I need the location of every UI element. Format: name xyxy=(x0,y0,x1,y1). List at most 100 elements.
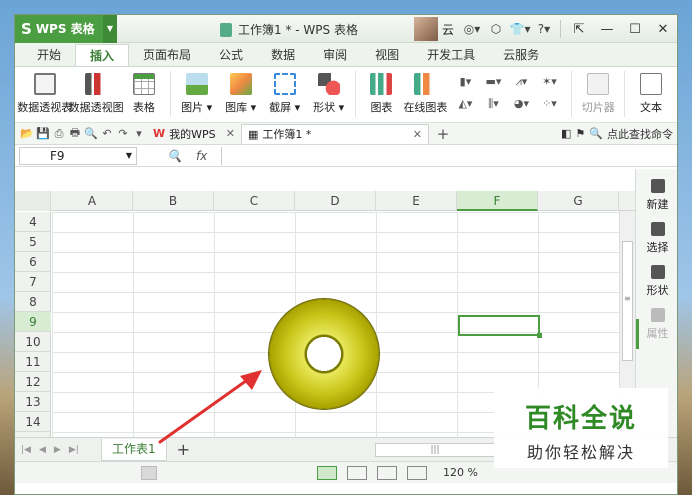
last-sheet-icon[interactable]: ▶| xyxy=(69,445,79,455)
customize-dropdown-icon[interactable]: ▾ xyxy=(131,127,147,140)
flag-icon[interactable]: ⚑ xyxy=(575,127,585,140)
tab-mywps[interactable]: W 我的WPS ✕ xyxy=(147,124,241,144)
next-sheet-icon[interactable]: ▶ xyxy=(54,445,61,455)
select-all-corner[interactable] xyxy=(15,191,51,211)
row-header[interactable]: 10 xyxy=(15,332,51,352)
macro-record-icon[interactable] xyxy=(141,465,157,480)
close-icon[interactable]: ✕ xyxy=(649,22,677,37)
line-chart-icon[interactable]: ⩘▾ xyxy=(507,71,535,93)
gallery-button[interactable]: 图库 ▾ xyxy=(223,71,259,115)
fx-icon[interactable]: fx xyxy=(196,149,207,163)
row-header[interactable]: 8 xyxy=(15,292,51,312)
doc-status-icon[interactable]: ◧ xyxy=(561,127,571,140)
online-chart-button[interactable]: 在线图表 xyxy=(403,71,447,115)
tab-data[interactable]: 数据 xyxy=(257,44,309,66)
tab-insert[interactable]: 插入 xyxy=(75,44,130,66)
row-header[interactable]: 6 xyxy=(15,252,51,272)
column-header[interactable]: E xyxy=(376,191,457,211)
close-icon[interactable]: ✕ xyxy=(226,127,235,140)
donut-shape[interactable] xyxy=(269,299,379,409)
column-header[interactable]: A xyxy=(52,191,133,211)
gallery-icon xyxy=(229,73,252,95)
column-header[interactable]: D xyxy=(295,191,376,211)
horizontal-scrollbar[interactable]: ||| xyxy=(375,443,495,457)
pivot-chart-button[interactable]: 数据透视图 xyxy=(69,71,124,115)
app-menu-button[interactable]: S WPS 表格 ▼ xyxy=(15,15,117,43)
panel-collapse-handle[interactable] xyxy=(636,319,639,349)
text-button[interactable]: 文本 xyxy=(633,71,669,115)
stock-chart-icon[interactable]: ⫼▾ xyxy=(479,93,507,115)
avatar[interactable] xyxy=(413,17,438,41)
scatter-chart-icon[interactable]: ⁘▾ xyxy=(535,93,563,115)
close-icon[interactable]: ✕ xyxy=(413,128,422,141)
export-pdf-icon[interactable]: ⎙ xyxy=(51,127,67,141)
prev-sheet-icon[interactable]: ◀ xyxy=(39,445,46,455)
maximize-icon[interactable]: ☐ xyxy=(621,22,649,37)
command-search[interactable]: ◧ ⚑ 🔍 点此查找命令 xyxy=(561,126,673,142)
normal-view-icon[interactable] xyxy=(317,465,337,480)
hexagon-icon[interactable]: ⬡ xyxy=(484,22,508,36)
row-header[interactable]: 13 xyxy=(15,392,51,412)
panel-shape-button[interactable]: 形状 xyxy=(636,265,677,298)
panel-new-button[interactable]: 新建 xyxy=(636,179,677,212)
tab-workbook1[interactable]: ▦ 工作簿1 * ✕ xyxy=(241,123,429,144)
tab-view[interactable]: 视图 xyxy=(361,44,413,66)
slicer-button[interactable]: 切片器 xyxy=(580,71,616,115)
first-sheet-icon[interactable]: |◀ xyxy=(21,445,31,455)
open-folder-icon[interactable]: 📂 xyxy=(19,127,35,140)
bar-chart-icon[interactable]: ▬▾ xyxy=(479,71,507,93)
column-chart-icon[interactable]: ▮▾ xyxy=(451,71,479,93)
skin-shirt-icon[interactable]: 👕▾ xyxy=(508,22,532,36)
chart-button[interactable]: 图表 xyxy=(363,71,399,115)
tab-home[interactable]: 开始 xyxy=(23,44,75,66)
chevron-down-icon[interactable]: ▼ xyxy=(103,15,117,43)
table-button[interactable]: 表格 xyxy=(126,71,162,115)
row-header-selected[interactable]: 9 xyxy=(15,312,51,332)
page-layout-view-icon[interactable] xyxy=(377,465,397,480)
column-header-selected[interactable]: F xyxy=(457,191,538,211)
row-header[interactable]: 12 xyxy=(15,372,51,392)
pivot-table-button[interactable]: 数据透视表 xyxy=(17,71,72,115)
reading-mode-icon[interactable] xyxy=(407,465,427,480)
radar-chart-icon[interactable]: ✶▾ xyxy=(535,71,563,93)
picture-button[interactable]: 图片 ▾ xyxy=(179,71,215,115)
name-box[interactable]: F9 ▼ xyxy=(19,146,137,165)
user-name[interactable]: 云 xyxy=(442,21,454,38)
panel-select-button[interactable]: 选择 xyxy=(636,222,677,255)
print-preview-icon[interactable]: 🔍 xyxy=(83,127,99,140)
page-break-view-icon[interactable] xyxy=(347,465,367,480)
shape-button[interactable]: 形状 ▾ xyxy=(311,71,347,115)
tab-developer[interactable]: 开发工具 xyxy=(413,44,489,66)
zoom-search-icon[interactable]: 🔍 xyxy=(167,149,182,163)
panel-properties-button[interactable]: 属性 xyxy=(636,308,677,341)
redo-icon[interactable]: ↷ xyxy=(115,127,131,140)
undo-icon[interactable]: ↶ xyxy=(99,127,115,140)
screenshot-button[interactable]: 截屏 ▾ xyxy=(267,71,303,115)
chevron-down-icon[interactable]: ▼ xyxy=(126,148,132,164)
area-chart-icon[interactable]: ◭▾ xyxy=(451,93,479,115)
tab-page-layout[interactable]: 页面布局 xyxy=(129,44,205,66)
cloud-sync-icon[interactable]: ◎▾ xyxy=(460,22,484,36)
column-header[interactable]: B xyxy=(133,191,214,211)
restore-up-icon[interactable]: ⇱ xyxy=(565,22,593,37)
tab-formulas[interactable]: 公式 xyxy=(205,44,257,66)
pie-chart-icon[interactable]: ◕▾ xyxy=(507,93,535,115)
minimize-icon[interactable]: — xyxy=(593,22,621,37)
active-cell-f9[interactable] xyxy=(458,315,542,338)
help-icon[interactable]: ?▾ xyxy=(532,22,556,36)
zoom-level[interactable]: 120 % xyxy=(443,466,478,479)
row-header[interactable]: 7 xyxy=(15,272,51,292)
tab-cloud-service[interactable]: 云服务 xyxy=(489,44,553,66)
save-icon[interactable]: 💾 xyxy=(35,127,51,140)
row-header[interactable]: 11 xyxy=(15,352,51,372)
formula-input[interactable] xyxy=(221,146,677,165)
row-header[interactable]: 5 xyxy=(15,232,51,252)
scrollbar-thumb[interactable]: ≡ xyxy=(622,241,633,361)
new-tab-plus-icon[interactable]: + xyxy=(435,125,451,143)
column-header[interactable]: C xyxy=(214,191,295,211)
column-header[interactable]: G xyxy=(538,191,619,211)
row-header[interactable]: 4 xyxy=(15,212,51,232)
tab-review[interactable]: 审阅 xyxy=(309,44,361,66)
print-icon[interactable]: 🖶 xyxy=(67,124,83,143)
row-header[interactable]: 14 xyxy=(15,412,51,432)
